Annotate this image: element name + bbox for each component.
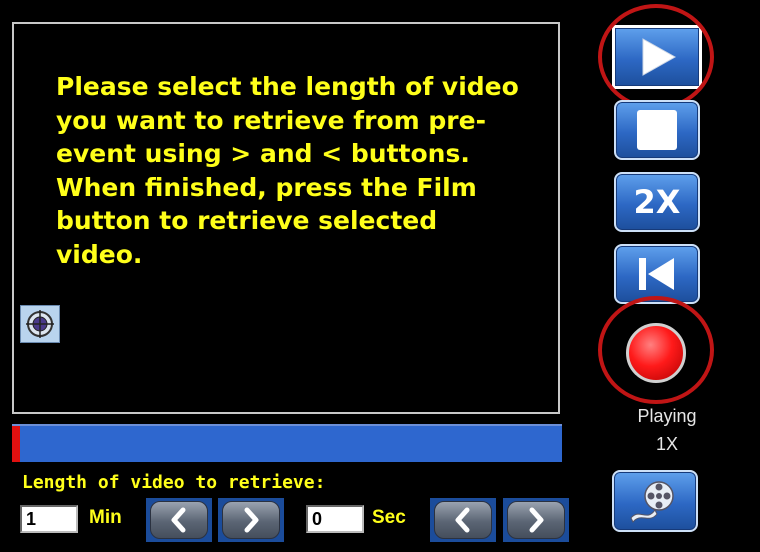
speed-label: 2X — [633, 183, 681, 221]
film-button[interactable] — [612, 470, 698, 532]
minutes-unit-label: Min — [89, 507, 122, 528]
seconds-decrease-button[interactable] — [430, 498, 496, 542]
target-icon[interactable] — [20, 305, 60, 343]
film-reel-icon — [630, 481, 674, 523]
highlight-ring-record — [598, 296, 714, 404]
stop-icon — [637, 110, 677, 150]
stop-button[interactable] — [614, 100, 700, 160]
playback-status: Playing — [637, 406, 697, 426]
highlight-ring-play — [598, 4, 714, 110]
minutes-field[interactable]: 1 — [20, 505, 78, 533]
instruction-message: Please select the length of video you wa… — [56, 72, 519, 269]
timeline-marker[interactable] — [12, 426, 20, 462]
seconds-unit-label: Sec — [372, 507, 406, 528]
chevron-left-icon — [171, 507, 186, 533]
timeline-bar[interactable] — [12, 424, 562, 462]
chevron-left-icon — [455, 507, 470, 533]
minutes-decrease-button[interactable] — [146, 498, 212, 542]
length-label: Length of video to retrieve: — [22, 472, 326, 493]
skip-to-start-button[interactable] — [614, 244, 700, 304]
seconds-increase-button[interactable] — [503, 498, 569, 542]
seconds-field[interactable]: 0 — [306, 505, 364, 533]
minutes-increase-button[interactable] — [218, 498, 284, 542]
skip-to-start-icon — [639, 258, 674, 290]
speed-button[interactable]: 2X — [614, 172, 700, 232]
chevron-right-icon — [244, 507, 259, 533]
chevron-right-icon — [529, 507, 544, 533]
playback-speed: 1X — [655, 434, 679, 454]
